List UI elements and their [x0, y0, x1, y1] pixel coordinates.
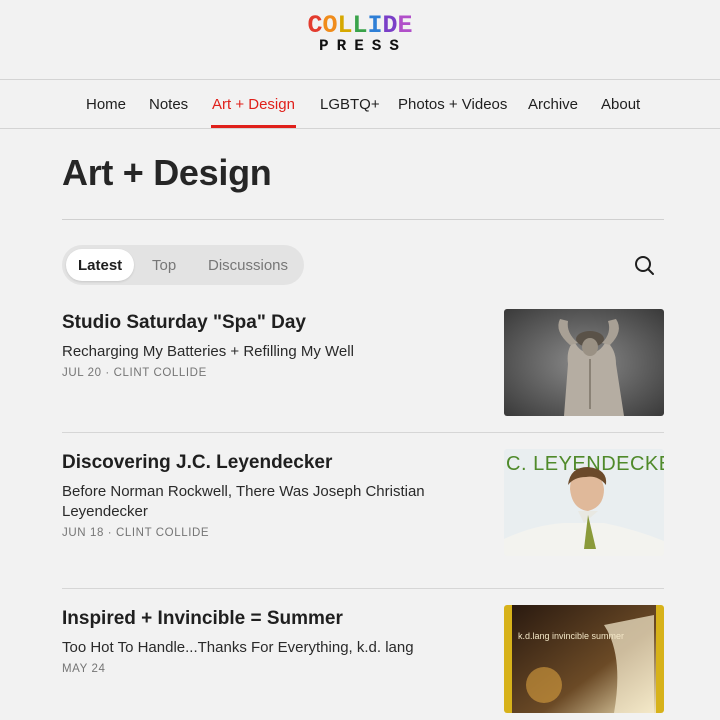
tab-latest[interactable]: Latest: [78, 257, 122, 274]
post-subtitle: Recharging My Batteries + Refilling My W…: [62, 343, 354, 360]
logo-letter: O: [322, 11, 338, 40]
logo-letter: C: [307, 11, 323, 40]
post-divider: [62, 588, 664, 589]
post-title[interactable]: Inspired + Invincible = Summer: [62, 608, 482, 630]
nav-item-notes[interactable]: Notes: [149, 96, 188, 113]
nav-item-home[interactable]: Home: [86, 96, 126, 113]
sort-tabs: Latest Top Discussions: [62, 245, 304, 285]
post-divider: [62, 432, 664, 433]
post-meta: JUN 18 · CLINT COLLIDE: [62, 527, 210, 539]
tab-discussions[interactable]: Discussions: [208, 257, 288, 274]
logo-letter: D: [382, 11, 398, 40]
search-icon[interactable]: [632, 253, 656, 277]
post-thumbnail[interactable]: [504, 309, 664, 416]
post-meta: JUL 20 · CLINT COLLIDE: [62, 367, 207, 379]
logo-letter: L: [337, 11, 353, 40]
nav-divider: [0, 128, 720, 129]
tab-top[interactable]: Top: [152, 257, 176, 274]
logo-subtitle: PRESS: [318, 37, 407, 55]
nav-item-art-design[interactable]: Art + Design: [212, 96, 295, 113]
post-thumbnail[interactable]: .C. LEYENDECKE: [504, 449, 664, 556]
post-subtitle: Before Norman Rockwell, There Was Joseph…: [62, 483, 425, 520]
site-logo[interactable]: COLLIDE PRESS: [0, 13, 720, 55]
nav-item-lgbtq[interactable]: LGBTQ+: [320, 96, 380, 113]
post-thumbnail[interactable]: k.d.lang invincible summer: [504, 605, 664, 713]
post-meta: MAY 24: [62, 663, 106, 675]
post-title[interactable]: Studio Saturday "Spa" Day: [62, 312, 482, 334]
thumbnail-caption: k.d.lang invincible summer: [518, 631, 625, 641]
post-subtitle: Too Hot To Handle...Thanks For Everythin…: [62, 639, 414, 656]
page-title: Art + Design: [62, 152, 272, 193]
post-title[interactable]: Discovering J.C. Leyendecker: [62, 452, 482, 474]
logo-letter: I: [367, 11, 383, 40]
nav-item-archive[interactable]: Archive: [528, 96, 578, 113]
logo-wordmark: COLLIDE: [0, 13, 720, 39]
title-divider: [62, 219, 664, 220]
logo-letter: E: [397, 11, 413, 40]
main-nav: Home Notes Art + Design LGBTQ+ Photos + …: [0, 80, 720, 128]
nav-item-about[interactable]: About: [601, 96, 640, 113]
logo-letter: L: [352, 11, 368, 40]
nav-item-photos-videos[interactable]: Photos + Videos: [398, 96, 507, 113]
